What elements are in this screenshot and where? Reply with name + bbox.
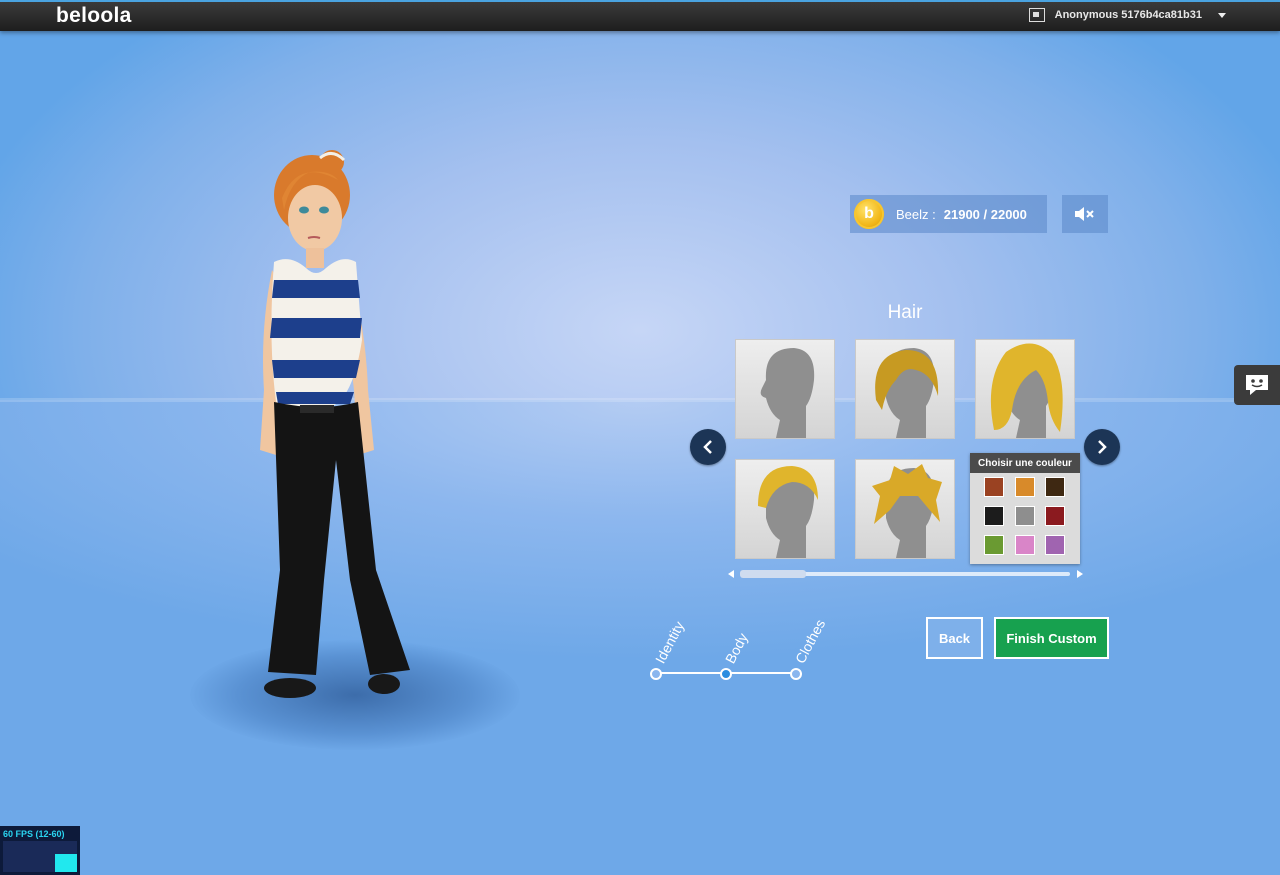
- bald-head-icon: [760, 348, 815, 438]
- scroll-right-icon[interactable]: [1075, 569, 1085, 579]
- chevron-left-icon: [703, 440, 712, 454]
- scrollbar-thumb[interactable]: [740, 570, 806, 578]
- coin-icon: b: [854, 199, 884, 229]
- fps-meter: 60 FPS (12-60): [0, 826, 80, 875]
- step-dot-identity[interactable]: [650, 668, 662, 680]
- color-swatch[interactable]: [1015, 506, 1035, 526]
- beelz-value: 21900 / 22000: [943, 206, 1027, 222]
- chat-bubble-icon: [1246, 375, 1268, 395]
- color-swatch[interactable]: [984, 477, 1004, 497]
- mute-button[interactable]: [1062, 195, 1108, 233]
- color-swatch[interactable]: [1045, 535, 1065, 555]
- hair-option-long-wavy[interactable]: [975, 339, 1075, 439]
- long-wavy-hair-icon: [990, 343, 1063, 438]
- finish-custom-button[interactable]: Finish Custom: [994, 617, 1109, 659]
- hair-option-spiky[interactable]: [855, 459, 955, 559]
- back-button[interactable]: Back: [926, 617, 983, 659]
- step-dot-clothes[interactable]: [790, 668, 802, 680]
- color-picker-title: Choisir une couleur: [970, 453, 1080, 473]
- speaker-muted-icon: [1075, 207, 1094, 221]
- color-swatch[interactable]: [1045, 506, 1065, 526]
- scroll-left-icon[interactable]: [726, 569, 736, 579]
- horizon-line: [0, 398, 1280, 402]
- profile-picture-icon: [1028, 8, 1045, 22]
- step-dot-body[interactable]: [720, 668, 732, 680]
- beelz-label: Beelz :: [896, 206, 936, 222]
- beelz-counter: b Beelz : 21900 / 22000: [850, 195, 1047, 233]
- logo[interactable]: beloola: [56, 4, 132, 28]
- bun-hair-icon: [758, 466, 818, 558]
- user-name: Anonymous 5176b4ca81b31: [1054, 9, 1202, 21]
- hair-option-bald[interactable]: [735, 339, 835, 439]
- previous-page-button[interactable]: [690, 429, 726, 465]
- color-picker: Choisir une couleur: [970, 453, 1080, 564]
- hair-option-bun[interactable]: [735, 459, 835, 559]
- color-swatch[interactable]: [1045, 477, 1065, 497]
- color-swatch[interactable]: [984, 535, 1004, 555]
- fps-text: 60 FPS (12-60): [3, 829, 65, 839]
- section-title: Hair: [887, 302, 923, 323]
- top-bar: beloola Anonymous 5176b4ca81b31: [0, 0, 1280, 31]
- fps-bar: [55, 854, 77, 872]
- chat-button[interactable]: [1234, 365, 1280, 405]
- chevron-right-icon: [1098, 440, 1107, 454]
- hair-option-short-bob[interactable]: [855, 339, 955, 439]
- color-swatch[interactable]: [1015, 477, 1035, 497]
- next-page-button[interactable]: [1084, 429, 1120, 465]
- color-swatch[interactable]: [984, 506, 1004, 526]
- spiky-hair-icon: [872, 464, 942, 558]
- user-menu[interactable]: Anonymous 5176b4ca81b31: [1028, 8, 1226, 22]
- avatar-character: [260, 150, 410, 698]
- chevron-down-icon[interactable]: [1218, 12, 1226, 18]
- color-swatch[interactable]: [1015, 535, 1035, 555]
- short-bob-hair-icon: [875, 348, 939, 438]
